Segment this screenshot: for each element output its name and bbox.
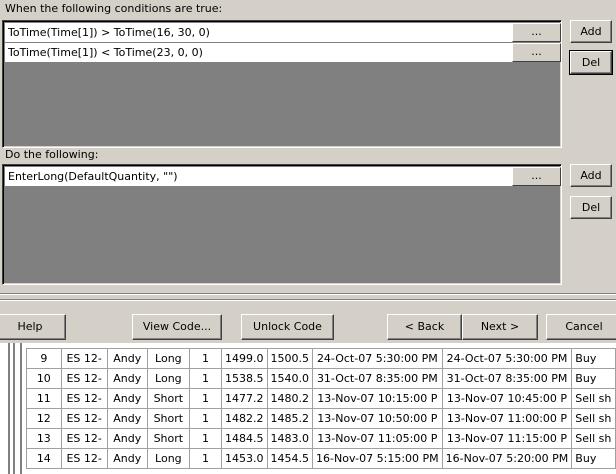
action-1-ellipsis-button[interactable]: ...	[512, 167, 561, 186]
table-cell[interactable]: 1482.2	[221, 408, 268, 429]
table-cell[interactable]: Short	[146, 428, 190, 449]
table-cell[interactable]: Short	[146, 408, 190, 429]
condition-1-text[interactable]: ToTime(Time[1]) > ToTime(16, 30, 0)	[8, 26, 210, 39]
table-cell[interactable]: 9	[26, 348, 62, 369]
condition-2-ellipsis-button[interactable]: ...	[512, 43, 561, 62]
del-action-button[interactable]: Del	[570, 196, 612, 219]
unlock-code-button[interactable]: Unlock Code	[241, 314, 334, 340]
table-cell[interactable]: Andy	[106, 428, 148, 449]
table-cell[interactable]: Buy	[571, 368, 616, 389]
action-1-text[interactable]: EnterLong(DefaultQuantity, "")	[8, 170, 178, 183]
table-cell[interactable]: 13-Nov-07 10:50:00 P	[312, 408, 443, 429]
table-cell[interactable]: 16-Nov-07 5:15:00 PM	[312, 448, 443, 469]
table-cell[interactable]: 1484.5	[221, 428, 268, 449]
table-cell[interactable]: Long	[146, 348, 190, 369]
help-button[interactable]: Help	[0, 314, 66, 340]
table-cell[interactable]: 24-Oct-07 5:30:00 PM	[312, 348, 443, 369]
table-cell[interactable]: 1540.0	[266, 368, 314, 389]
del-condition-button[interactable]: Del	[569, 50, 613, 75]
table-cell[interactable]: 1485.2	[266, 408, 314, 429]
table-cell[interactable]: Sell sh	[571, 388, 616, 409]
trades-table: 9 ES 12- Andy Long 1 1499.0 1500.5 24-Oct-07 5:…	[26, 348, 616, 469]
actions-label: Do the following:	[5, 148, 99, 161]
condition-2-text[interactable]: ToTime(Time[1]) < ToTime(23, 0, 0)	[8, 46, 203, 59]
table-row[interactable]: 13 ES 12- Andy Short 1 1484.5 1483.0 13-Nov-07 …	[26, 428, 616, 449]
table-cell[interactable]: Andy	[106, 388, 148, 409]
table-row[interactable]: 10 ES 12- Andy Long 1 1538.5 1540.0 31-Oct-07 8…	[26, 368, 616, 389]
add-condition-button[interactable]: Add	[570, 20, 612, 43]
table-cell[interactable]: 31-Oct-07 8:35:00 PM	[441, 368, 573, 389]
table-cell[interactable]: 1	[188, 388, 223, 409]
table-cell[interactable]: 1477.2	[221, 388, 268, 409]
table-cell[interactable]: 13-Nov-07 10:15:00 P	[312, 388, 443, 409]
table-cell[interactable]: 1500.5	[266, 348, 314, 369]
conditions-label: When the following conditions are true:	[5, 2, 223, 15]
table-cell[interactable]: Short	[146, 388, 190, 409]
divider-top	[0, 293, 616, 295]
table-row[interactable]: 9 ES 12- Andy Long 1 1499.0 1500.5 24-Oct-07 5:…	[26, 348, 616, 369]
table-cell[interactable]: Long	[146, 448, 190, 469]
table-cell[interactable]: Sell sh	[571, 408, 616, 429]
table-cell[interactable]: 1483.0	[266, 428, 314, 449]
table-cell[interactable]: Long	[146, 368, 190, 389]
table-cell[interactable]: Buy	[571, 348, 616, 369]
table-cell[interactable]: Buy	[571, 448, 616, 469]
table-row[interactable]: 14 ES 12- Andy Long 1 1453.0 1454.5 16-Nov-07 5…	[26, 448, 616, 469]
table-cell[interactable]: ES 12-	[60, 408, 108, 429]
table-cell[interactable]: 13-Nov-07 11:00:00 P	[441, 408, 573, 429]
condition-row-1[interactable]: ToTime(Time[1]) > ToTime(16, 30, 0) ...	[5, 23, 561, 42]
table-cell[interactable]: ES 12-	[60, 448, 108, 469]
table-cell[interactable]: 1	[188, 348, 223, 369]
table-cell[interactable]: Andy	[106, 348, 148, 369]
table-cell[interactable]: 1538.5	[221, 368, 268, 389]
table-cell[interactable]: 14	[26, 448, 62, 469]
table-cell[interactable]: 1453.0	[221, 448, 268, 469]
table-cell[interactable]: Sell sh	[571, 428, 616, 449]
table-cell[interactable]: ES 12-	[60, 348, 108, 369]
table-cell[interactable]: 1	[188, 428, 223, 449]
conditions-list[interactable]: ToTime(Time[1]) > ToTime(16, 30, 0) ... …	[2, 20, 562, 148]
table-cell[interactable]: 1	[188, 368, 223, 389]
table-cell[interactable]: 13-Nov-07 10:45:00 P	[441, 388, 573, 409]
add-action-button[interactable]: Add	[570, 164, 612, 187]
back-button[interactable]: < Back	[387, 314, 462, 340]
view-code-button[interactable]: View Code...	[132, 314, 222, 340]
table-cell[interactable]: ES 12-	[60, 388, 108, 409]
table-cell[interactable]: Andy	[106, 408, 148, 429]
table-cell[interactable]: 13	[26, 428, 62, 449]
table-cell[interactable]: ES 12-	[60, 368, 108, 389]
actions-list[interactable]: EnterLong(DefaultQuantity, "") ...	[2, 164, 562, 285]
next-button[interactable]: Next >	[462, 314, 538, 340]
table-cell[interactable]: 12	[26, 408, 62, 429]
table-cell[interactable]: 1480.2	[266, 388, 314, 409]
table-cell[interactable]: 13-Nov-07 11:15:00 P	[441, 428, 573, 449]
table-cell[interactable]: 1454.5	[266, 448, 314, 469]
table-row[interactable]: 12 ES 12- Andy Short 1 1482.2 1485.2 13-Nov-07 …	[26, 408, 616, 429]
condition-1-ellipsis-button[interactable]: ...	[512, 23, 561, 42]
table-cell[interactable]: 24-Oct-07 5:30:00 PM	[441, 348, 573, 369]
table-row[interactable]: 11 ES 12- Andy Short 1 1477.2 1480.2 13-Nov-07 …	[26, 388, 616, 409]
condition-row-2[interactable]: ToTime(Time[1]) < ToTime(23, 0, 0) ...	[5, 43, 561, 62]
table-cell[interactable]: 10	[26, 368, 62, 389]
table-cell[interactable]: 31-Oct-07 8:35:00 PM	[312, 368, 443, 389]
table-cell[interactable]: 1	[188, 448, 223, 469]
table-cell[interactable]: 1	[188, 408, 223, 429]
table-cell[interactable]: 13-Nov-07 11:05:00 P	[312, 428, 443, 449]
table-cell[interactable]: Andy	[106, 448, 148, 469]
table-cell[interactable]: 1499.0	[221, 348, 268, 369]
table-cell[interactable]: 16-Nov-07 5:20:00 PM	[441, 448, 573, 469]
trades-grid: 9 ES 12- Andy Long 1 1499.0 1500.5 24-Oct-07 5:…	[0, 343, 616, 474]
table-cell[interactable]: ES 12-	[60, 428, 108, 449]
cancel-button[interactable]: Cancel	[546, 314, 616, 340]
table-cell[interactable]: 11	[26, 388, 62, 409]
table-cell[interactable]: Andy	[106, 368, 148, 389]
action-row-1[interactable]: EnterLong(DefaultQuantity, "") ...	[5, 167, 561, 186]
divider-bottom	[0, 299, 616, 301]
